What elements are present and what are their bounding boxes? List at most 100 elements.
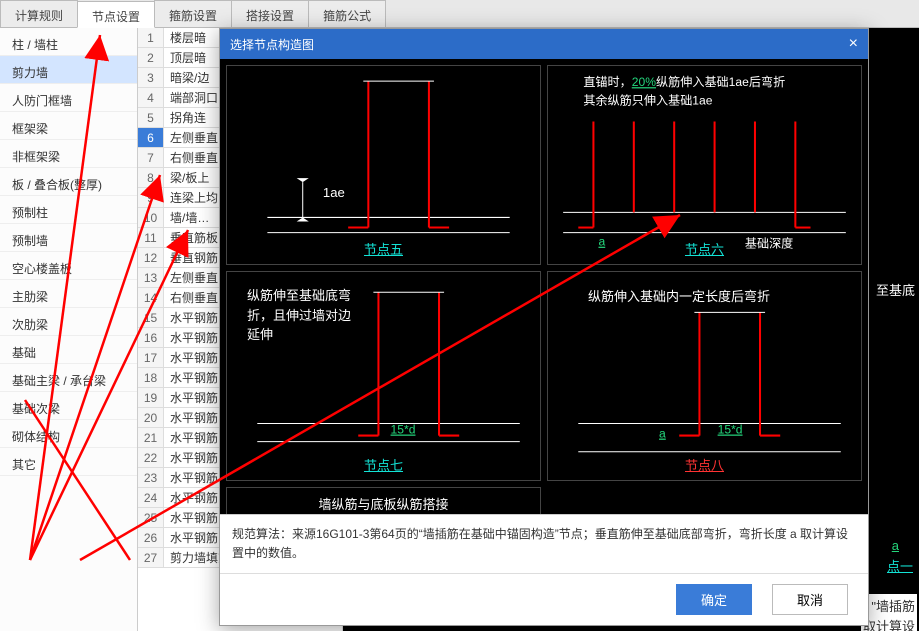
node-eight-caption[interactable]: 节点八 xyxy=(685,455,724,474)
row-number: 13 xyxy=(138,268,164,287)
tab-stirrup-formula[interactable]: 箍筋公式 xyxy=(308,0,386,27)
svg-text:a: a xyxy=(598,235,605,249)
row-label: 水平钢筋 xyxy=(164,449,224,466)
row-number: 27 xyxy=(138,548,164,567)
node-seven[interactable]: 纵筋伸至基础底弯折，且伸过墙对边延伸 15*d 节点七 xyxy=(226,271,541,481)
row-number: 14 xyxy=(138,288,164,307)
tab-calc-rule[interactable]: 计算规则 xyxy=(0,0,78,27)
sidebar-item-10[interactable]: 次肋梁 xyxy=(0,308,137,336)
row-label: 右侧垂直 xyxy=(164,289,224,306)
row-number: 1 xyxy=(138,28,164,47)
row-number: 16 xyxy=(138,328,164,347)
sidebar-item-0[interactable]: 柱 / 墙柱 xyxy=(0,28,137,56)
row-label: 水平钢筋 xyxy=(164,389,224,406)
row-label: 暗梁/边 xyxy=(164,69,215,86)
close-icon[interactable]: × xyxy=(849,35,858,53)
row-number: 6 xyxy=(138,128,164,147)
svg-text:直锚时，20%纵筋伸入基础1ae后弯折: 直锚时，20%纵筋伸入基础1ae后弯折 xyxy=(583,74,785,89)
sidebar-item-13[interactable]: 基础次梁 xyxy=(0,392,137,420)
tab-lap-settings[interactable]: 搭接设置 xyxy=(231,0,309,27)
svg-text:15*d: 15*d xyxy=(391,423,416,437)
row-label: 水平钢筋 xyxy=(164,469,224,486)
svg-text:基础深度: 基础深度 xyxy=(745,236,793,251)
tab-bar: 计算规则 节点设置 箍筋设置 搭接设置 箍筋公式 xyxy=(0,0,919,28)
node-six[interactable]: 直锚时，20%纵筋伸入基础1ae后弯折 其余纵筋只伸入基础1ae a 基础深度 … xyxy=(547,65,862,265)
row-label: 水平钢筋 xyxy=(164,489,224,506)
sidebar-item-6[interactable]: 预制柱 xyxy=(0,196,137,224)
ok-button[interactable]: 确定 xyxy=(676,584,752,615)
node-five-caption[interactable]: 节点五 xyxy=(364,239,403,258)
svg-text:其余纵筋只伸入基础1ae: 其余纵筋只伸入基础1ae xyxy=(583,92,712,107)
sidebar-item-4[interactable]: 非框架梁 xyxy=(0,140,137,168)
row-label: 水平钢筋 xyxy=(164,349,224,366)
row-label: 水平钢筋 xyxy=(164,429,224,446)
peek-text-node1[interactable]: 点一 xyxy=(887,556,913,575)
row-number: 10 xyxy=(138,208,164,227)
sidebar-item-2[interactable]: 人防门框墙 xyxy=(0,84,137,112)
sidebar-item-9[interactable]: 主肋梁 xyxy=(0,280,137,308)
dialog-button-row: 确定 取消 xyxy=(220,573,868,625)
row-label: 楼层暗 xyxy=(164,29,212,46)
row-label: 垂直筋板 xyxy=(164,229,224,246)
sidebar-item-1[interactable]: 剪力墙 xyxy=(0,56,137,84)
sidebar-item-15[interactable]: 其它 xyxy=(0,448,137,476)
row-label: 水平钢筋 xyxy=(164,529,224,546)
row-number: 5 xyxy=(138,108,164,127)
row-number: 25 xyxy=(138,508,164,527)
row-number: 26 xyxy=(138,528,164,547)
cancel-button[interactable]: 取消 xyxy=(772,584,848,615)
node-dialog: 选择节点构造图 × 1ae 节点五 直锚时，20%纵筋伸入基础1ae后弯折 xyxy=(219,28,869,626)
row-number: 18 xyxy=(138,368,164,387)
row-label: 顶层暗 xyxy=(164,49,212,66)
tab-node-settings[interactable]: 节点设置 xyxy=(77,1,155,28)
peek-text-1: 至基底 xyxy=(876,280,915,299)
node-gallery: 1ae 节点五 直锚时，20%纵筋伸入基础1ae后弯折 其余纵筋只伸入基础1ae xyxy=(220,59,868,514)
row-number: 2 xyxy=(138,48,164,67)
node-bottom[interactable]: 墙纵筋与底板纵筋搭接 xyxy=(226,487,541,514)
svg-text:15*d: 15*d xyxy=(718,423,743,437)
row-number: 3 xyxy=(138,68,164,87)
row-label: 水平钢筋 xyxy=(164,509,224,526)
svg-text:1ae: 1ae xyxy=(323,185,345,200)
sidebar-item-14[interactable]: 砌体结构 xyxy=(0,420,137,448)
svg-text:a: a xyxy=(659,427,666,441)
row-number: 20 xyxy=(138,408,164,427)
sidebar-item-11[interactable]: 基础 xyxy=(0,336,137,364)
row-label: 拐角连 xyxy=(164,109,212,126)
row-label: 水平钢筋 xyxy=(164,409,224,426)
row-number: 19 xyxy=(138,388,164,407)
node-seven-caption[interactable]: 节点七 xyxy=(364,455,403,474)
dialog-title: 选择节点构造图 xyxy=(230,36,314,53)
dialog-footer-note: 规范算法：来源16G101-3第64页的“墙插筋在基础中锚固构造”节点；垂直筋伸… xyxy=(220,514,868,573)
row-label: 左侧垂直 xyxy=(164,269,224,286)
row-number: 7 xyxy=(138,148,164,167)
row-number: 9 xyxy=(138,188,164,207)
row-number: 22 xyxy=(138,448,164,467)
sidebar-item-12[interactable]: 基础主梁 / 承台梁 xyxy=(0,364,137,392)
node-six-caption[interactable]: 节点六 xyxy=(685,239,724,258)
sidebar-item-8[interactable]: 空心楼盖板 xyxy=(0,252,137,280)
node-eight[interactable]: 纵筋伸入基础内一定长度后弯折 15*d a 节点八 xyxy=(547,271,862,481)
row-number: 17 xyxy=(138,348,164,367)
row-label: 水平钢筋 xyxy=(164,309,224,326)
row-number: 24 xyxy=(138,488,164,507)
sidebar-item-7[interactable]: 预制墙 xyxy=(0,224,137,252)
row-label: 水平钢筋 xyxy=(164,329,224,346)
sidebar-item-3[interactable]: 框架梁 xyxy=(0,112,137,140)
row-number: 8 xyxy=(138,168,164,187)
peek-text-a[interactable]: a xyxy=(892,538,899,553)
row-number: 23 xyxy=(138,468,164,487)
tab-stirrup-settings[interactable]: 箍筋设置 xyxy=(154,0,232,27)
dialog-titlebar: 选择节点构造图 × xyxy=(220,29,868,59)
row-number: 21 xyxy=(138,428,164,447)
row-label: 梁/板上 xyxy=(164,169,215,186)
row-label: 连梁上均 xyxy=(164,189,224,206)
category-sidebar: 柱 / 墙柱剪力墙人防门框墙框架梁非框架梁板 / 叠合板(整厚)预制柱预制墙空心… xyxy=(0,28,138,631)
row-number: 12 xyxy=(138,248,164,267)
peek-text-5: 取计算设 xyxy=(861,614,917,631)
row-label: 端部洞口 xyxy=(164,89,224,106)
row-number: 11 xyxy=(138,228,164,247)
sidebar-item-5[interactable]: 板 / 叠合板(整厚) xyxy=(0,168,137,196)
row-label: 墙/墙… xyxy=(164,209,215,226)
node-five[interactable]: 1ae 节点五 xyxy=(226,65,541,265)
